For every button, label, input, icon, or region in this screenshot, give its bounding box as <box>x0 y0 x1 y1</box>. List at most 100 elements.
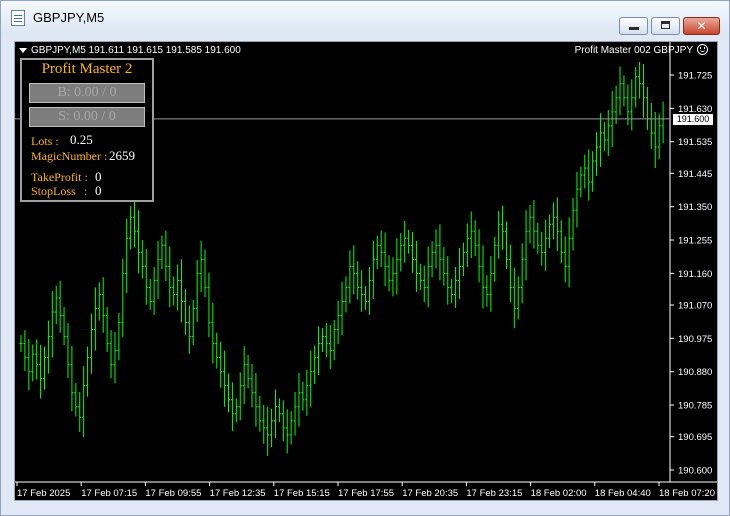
chart-window-icon <box>11 10 25 26</box>
price-bar <box>356 261 360 300</box>
price-bar <box>563 236 567 283</box>
current-price-tag: 191.600 <box>673 113 713 125</box>
window-title: GBPJPY,M5 <box>33 10 105 25</box>
price-bar <box>262 404 266 444</box>
price-bar <box>422 265 426 303</box>
price-bar <box>485 275 489 307</box>
price-bar <box>450 278 454 303</box>
stop-loss-label: StopLoss <box>31 184 76 198</box>
time-tick-label: 17 Feb 07:15 <box>81 488 137 499</box>
price-bar <box>223 350 227 407</box>
price-tick-label: 191.350 <box>678 202 712 213</box>
price-bar <box>246 354 250 389</box>
price-bar <box>101 277 105 333</box>
price-bar <box>638 62 642 99</box>
price-bar <box>113 332 117 384</box>
price-bar <box>548 214 552 248</box>
price-bar <box>242 346 246 405</box>
price-bar <box>203 249 207 298</box>
price-bar <box>630 79 634 131</box>
lots-value: 0.25 <box>70 132 93 147</box>
price-bar <box>336 300 340 345</box>
lots-label: Lots : <box>31 134 59 148</box>
price-bar <box>442 247 446 286</box>
time-tick-label: 18 Feb 07:20 <box>659 488 715 499</box>
price-bar <box>360 270 364 312</box>
price-bar <box>129 206 133 250</box>
chart-window: GBPJPY,M5 ✕ 191.725 191.630 191.535 191.445… <box>0 0 730 516</box>
close-button[interactable]: ✕ <box>683 17 720 35</box>
stop-loss-value: 0 <box>95 183 102 198</box>
price-bar <box>461 242 465 277</box>
price-bar <box>191 300 195 346</box>
price-bar <box>575 171 579 228</box>
price-bar <box>395 238 399 295</box>
price-bar <box>457 247 461 299</box>
price-bar <box>438 224 442 281</box>
price-bar <box>125 218 129 294</box>
price-bar <box>532 199 536 249</box>
price-bar <box>293 392 297 436</box>
ea-panel: Profit Master 2 B: 0.00 / 0 S: 0.00 / 0 … <box>20 58 154 202</box>
price-bar <box>46 320 50 374</box>
smiley-icon[interactable] <box>697 44 708 55</box>
price-bar <box>148 278 152 310</box>
price-bar <box>571 197 575 251</box>
price-bar <box>97 282 101 321</box>
price-bar <box>446 256 450 305</box>
price-bar <box>434 229 438 269</box>
price-bar <box>399 233 403 272</box>
price-bar <box>58 280 62 333</box>
price-bar <box>86 346 90 397</box>
price-bar <box>567 217 571 288</box>
price-bar <box>469 211 473 259</box>
price-bar <box>426 246 430 308</box>
title-bar[interactable]: GBPJPY,M5 ✕ <box>1 1 729 35</box>
price-bar <box>273 389 277 439</box>
price-bar <box>407 229 411 254</box>
price-bar <box>618 66 622 116</box>
price-bar <box>544 219 548 271</box>
price-bar <box>317 326 321 375</box>
price-bar <box>320 328 324 353</box>
sell-button[interactable]: S: 0.00 / 0 <box>29 107 145 127</box>
time-tick-label: 18 Feb 04:40 <box>595 488 651 499</box>
price-bar <box>477 229 481 283</box>
price-bar <box>348 250 352 304</box>
header-collapse-icon[interactable] <box>19 47 27 53</box>
price-bar <box>414 240 418 292</box>
price-bar <box>285 409 289 454</box>
price-bar <box>367 266 371 315</box>
price-bar <box>579 166 583 198</box>
price-bar <box>164 230 168 282</box>
price-bar <box>430 241 434 278</box>
price-bar <box>642 63 646 118</box>
price-bar <box>172 276 176 306</box>
price-bar <box>187 305 191 354</box>
magic-number-label: MagicNumber : <box>31 149 108 163</box>
price-bar <box>54 285 58 325</box>
price-bar <box>250 363 254 408</box>
price-bar <box>454 266 458 308</box>
minimize-button[interactable] <box>619 17 648 35</box>
price-bar <box>74 383 78 417</box>
price-bar <box>587 149 591 201</box>
price-bar <box>266 406 270 456</box>
time-tick-label: 17 Feb 09:55 <box>145 488 201 499</box>
buy-button[interactable]: B: 0.00 / 0 <box>29 83 145 103</box>
price-bar <box>332 319 336 361</box>
price-chart[interactable]: 191.725 191.630 191.535 191.445 191.350 191.2… <box>14 41 718 501</box>
price-tick-label: 190.785 <box>678 401 712 412</box>
price-bar <box>504 221 508 270</box>
price-tick-label: 191.535 <box>678 137 712 148</box>
price-bar <box>136 210 140 274</box>
price-bar <box>39 344 43 399</box>
price-bar <box>524 210 528 281</box>
price-bar <box>473 220 477 257</box>
price-bar <box>591 151 595 192</box>
price-bar <box>313 345 317 384</box>
maximize-button[interactable] <box>651 17 680 35</box>
price-bar <box>62 307 66 346</box>
price-bar <box>387 255 391 292</box>
price-bar <box>219 341 223 388</box>
